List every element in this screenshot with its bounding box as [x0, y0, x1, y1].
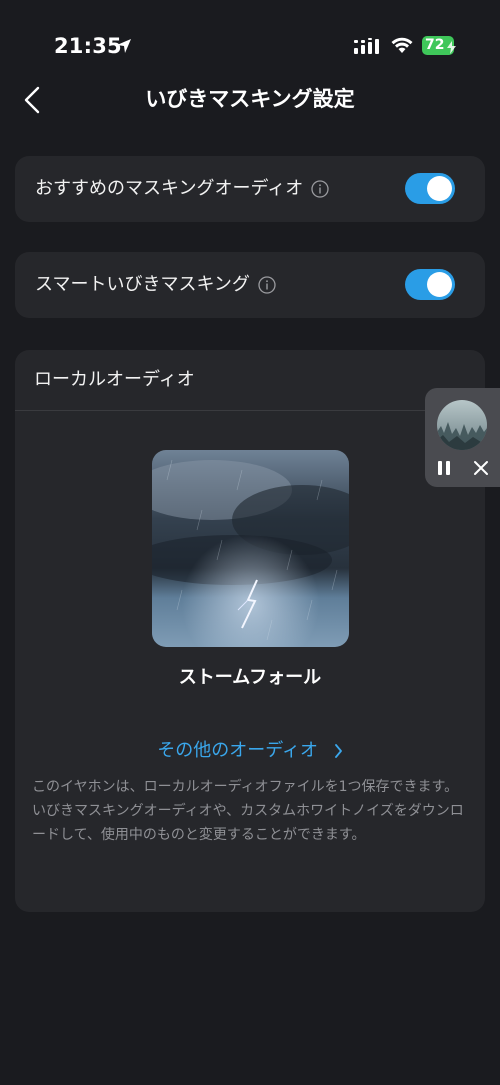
local-audio-title: ローカルオーディオ — [34, 369, 195, 390]
smart-snoring-masking-row: スマートいびきマスキング — [15, 252, 485, 318]
chevron-right-icon — [334, 744, 342, 758]
mini-player-artwork[interactable] — [437, 400, 487, 450]
smart-snoring-masking-toggle[interactable] — [405, 269, 455, 300]
info-icon[interactable] — [311, 180, 329, 198]
mini-player — [425, 388, 500, 487]
page-title: いびきマスキング設定 — [145, 87, 355, 111]
wifi-icon — [390, 36, 414, 58]
local-audio-card: ローカルオーディオ ストームフォール その他のオーディオ このイヤホンは、ローカ… — [15, 350, 485, 912]
cellular-signal-icon — [354, 38, 380, 58]
toggle-knob — [427, 272, 452, 297]
more-audio-label: その他のオーディオ — [157, 740, 318, 761]
snoring-masking-settings-screen: 21:35 72 いびきマスキング設定 おすすめのマスキングオーディオ スマート… — [0, 0, 500, 1085]
pause-icon — [438, 461, 450, 475]
divider — [15, 410, 485, 411]
info-icon[interactable] — [258, 276, 276, 294]
charging-bolt-icon — [447, 39, 456, 58]
more-audio-link[interactable]: その他のオーディオ — [15, 738, 485, 764]
close-button[interactable] — [472, 459, 490, 477]
close-icon — [474, 461, 488, 475]
storm-artwork[interactable] — [152, 450, 349, 647]
recommended-masking-audio-toggle[interactable] — [405, 173, 455, 204]
pause-button[interactable] — [434, 458, 454, 478]
battery-charging-icon: 72 — [422, 36, 458, 55]
status-time: 21:35 — [54, 34, 122, 58]
recommended-masking-audio-row: おすすめのマスキングオーディオ — [15, 156, 485, 222]
track-name: ストームフォール — [178, 667, 322, 688]
smart-snoring-masking-label: スマートいびきマスキング — [35, 274, 250, 295]
toggle-knob — [427, 176, 452, 201]
status-bar: 21:35 72 — [0, 0, 500, 92]
local-audio-description: このイヤホンは、ローカルオーディオファイルを1つ保存できます。いびきマスキングオ… — [32, 779, 464, 843]
location-arrow-icon — [116, 38, 132, 58]
recommended-masking-audio-label: おすすめのマスキングオーディオ — [35, 178, 304, 199]
